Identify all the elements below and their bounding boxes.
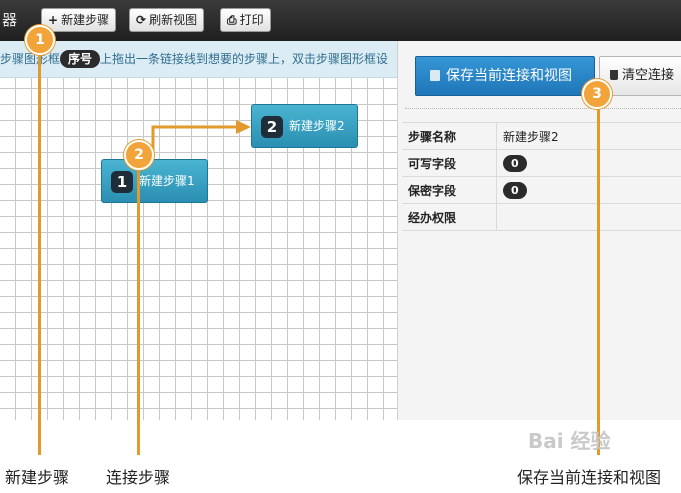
- property-value: 新建步骤2: [496, 122, 681, 150]
- step-node-1[interactable]: 1 新建步骤1: [101, 159, 208, 203]
- save-connections-label: 保存当前连接和视图: [446, 68, 572, 84]
- step-number-badge: 2: [261, 115, 283, 138]
- step-number-badge: 1: [111, 170, 133, 193]
- table-row: 可写字段 0: [402, 149, 681, 177]
- save-connections-button[interactable]: 保存当前连接和视图: [415, 56, 595, 96]
- callout-marker-3: 3: [582, 79, 612, 109]
- callout-caption-2: 连接步骤: [106, 468, 171, 487]
- property-key: 可写字段: [402, 149, 497, 177]
- save-icon: [430, 70, 440, 81]
- property-value: [496, 203, 681, 231]
- clear-connections-label: 清空连接: [622, 68, 675, 83]
- property-value-cell: 0: [496, 176, 681, 204]
- callout-line-2: [137, 155, 140, 455]
- properties-table: 步骤名称 新建步骤2 可写字段 0 保密字段 0 经办权限: [402, 122, 681, 231]
- property-key: 步骤名称: [402, 122, 497, 150]
- callout-caption-3: 保存当前连接和视图: [517, 468, 662, 487]
- watermark: Bai 经验: [528, 429, 611, 453]
- count-badge: 0: [503, 154, 527, 172]
- callout-caption-1: 新建步骤: [5, 468, 70, 487]
- callout-marker-1: 1: [25, 25, 55, 55]
- property-key: 经办权限: [402, 203, 497, 231]
- callout-marker-2: 2: [124, 140, 154, 170]
- property-key: 保密字段: [402, 176, 497, 204]
- screenshot: 器 + 新建步骤 ⟳ 刷新视图 ⎙ 打印 步骤图形框 序号 上拖出一条链接线到想要的步骤上…: [0, 0, 681, 420]
- step-label: 新建步骤2: [289, 119, 345, 133]
- divider: [405, 108, 681, 109]
- callout-line-1: [38, 40, 41, 455]
- callout-line-3: [597, 93, 600, 455]
- step-node-2[interactable]: 2 新建步骤2: [251, 104, 358, 148]
- trash-icon: [610, 70, 618, 80]
- table-row: 步骤名称 新建步骤2: [402, 122, 681, 150]
- step-label: 新建步骤1: [139, 174, 195, 188]
- property-value-cell: 0: [496, 149, 681, 177]
- count-badge: 0: [503, 181, 527, 199]
- table-row: 保密字段 0: [402, 176, 681, 204]
- table-row: 经办权限: [402, 203, 681, 231]
